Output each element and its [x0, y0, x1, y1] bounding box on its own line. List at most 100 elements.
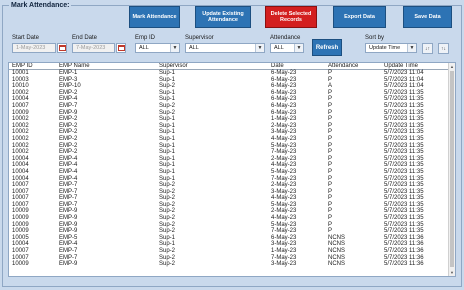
- table-row[interactable]: 10007 EMP-7 Sup-2 1-May-23 NCNS 5/7/2023 11:3…: [9, 248, 455, 255]
- sort-descending-button[interactable]: ↑↓: [438, 43, 449, 54]
- table-cell: P: [328, 195, 333, 202]
- table-row[interactable]: 10007 EMP-7 Sup-2 6-May-23 P 5/7/2023 11:35: [9, 103, 455, 110]
- table-row[interactable]: 10007 EMP-7 Sup-2 4-May-23 P 5/7/2023 11:35: [9, 195, 455, 202]
- table-cell: P: [328, 168, 333, 175]
- table-row[interactable]: 10007 EMP-7 Sup-2 2-May-23 P 5/7/2023 11:35: [9, 182, 455, 189]
- column-header[interactable]: EMP ID: [9, 63, 59, 69]
- table-cell: 4-May-23: [271, 135, 297, 142]
- table-row[interactable]: 10004 EMP-4 Sup-1 5-May-23 P 5/7/2023 11:35: [9, 169, 455, 176]
- table-row[interactable]: 10009 EMP-9 Sup-2 5-May-23 P 5/7/2023 11:35: [9, 222, 455, 229]
- table-cell: P: [328, 182, 333, 189]
- scrollbar-thumb[interactable]: [450, 71, 454, 267]
- chevron-down-icon[interactable]: ▼: [294, 44, 303, 52]
- table-cell: Sup-1: [159, 234, 176, 241]
- table-cell: Sup-2: [159, 195, 176, 202]
- table-cell: 4-May-23: [271, 195, 297, 202]
- table-row[interactable]: 10002 EMP-2 Sup-1 1-May-23 P 5/7/2023 11:35: [9, 116, 455, 123]
- table-cell: 6-May-23: [271, 89, 297, 96]
- column-header[interactable]: EMP Name: [59, 63, 159, 69]
- table-row[interactable]: 10007 EMP-7 Sup-2 5-May-23 P 5/7/2023 11:35: [9, 202, 455, 209]
- table-cell: P: [328, 89, 333, 96]
- start-date-calendar-button[interactable]: [57, 43, 67, 53]
- mark-attendance-button[interactable]: Mark Attendance: [129, 6, 180, 28]
- attendance-table[interactable]: EMP ID EMP Name Supervisor Date Attendan…: [8, 62, 456, 277]
- update-attendance-button[interactable]: Update Existing Attendance: [195, 6, 251, 28]
- table-row[interactable]: 10009 EMP-9 Sup-2 6-May-23 P 5/7/2023 11:35: [9, 110, 455, 117]
- save-data-button[interactable]: Save Data: [403, 6, 452, 28]
- table-row[interactable]: 10004 EMP-4 Sup-1 6-May-23 P 5/7/2023 11:35: [9, 96, 455, 103]
- table-row[interactable]: 10004 EMP-4 Sup-1 7-May-23 P 5/7/2023 11:35: [9, 176, 455, 183]
- table-cell: 10004: [12, 168, 29, 175]
- table-row[interactable]: 10002 EMP-2 Sup-1 5-May-23 P 5/7/2023 11:35: [9, 143, 455, 150]
- table-cell: 10007: [12, 254, 29, 261]
- table-cell: 10002: [12, 116, 29, 123]
- refresh-button[interactable]: Refresh: [312, 39, 342, 56]
- table-cell: EMP-5: [59, 234, 78, 241]
- table-cell: 6-May-23: [271, 96, 297, 103]
- scroll-up-icon[interactable]: ▲: [449, 63, 455, 70]
- table-cell: 10002: [12, 135, 29, 142]
- table-cell: Sup-1: [159, 122, 176, 129]
- table-cell: A: [328, 83, 333, 90]
- table-cell: 5/7/2023 11:35: [384, 155, 424, 162]
- chevron-down-icon[interactable]: ▼: [407, 44, 416, 52]
- table-row[interactable]: 10003 EMP-3 Sup-1 6-May-23 P 5/7/2023 11:04: [9, 77, 455, 84]
- table-row[interactable]: 10002 EMP-2 Sup-1 7-May-23 P 5/7/2023 11:35: [9, 149, 455, 156]
- column-header[interactable]: Date: [271, 63, 328, 69]
- column-header[interactable]: Supervisor: [159, 63, 271, 69]
- table-row[interactable]: 10002 EMP-2 Sup-1 3-May-23 P 5/7/2023 11:35: [9, 129, 455, 136]
- table-cell: 6-May-23: [271, 76, 297, 83]
- table-row[interactable]: 10001 EMP-1 Sup-1 6-May-23 P 5/7/2023 11:04: [9, 70, 455, 77]
- table-cell: P: [328, 102, 333, 109]
- table-cell: Sup-1: [159, 162, 176, 169]
- sort-ascending-button[interactable]: ↓↑: [422, 43, 433, 54]
- end-date-calendar-button[interactable]: [116, 43, 126, 53]
- table-row[interactable]: 10002 EMP-2 Sup-1 2-May-23 P 5/7/2023 11:35: [9, 123, 455, 130]
- table-row[interactable]: 10009 EMP-9 Sup-2 4-May-23 P 5/7/2023 11:35: [9, 215, 455, 222]
- table-row[interactable]: 10009 EMP-9 Sup-2 2-May-23 P 5/7/2023 11:35: [9, 208, 455, 215]
- table-cell: EMP-2: [59, 149, 78, 156]
- table-cell: 5/7/2023 11:04: [384, 76, 424, 83]
- export-data-button[interactable]: Export Data: [333, 6, 386, 28]
- table-cell: 5/7/2023 11:35: [384, 135, 424, 142]
- scroll-down-icon[interactable]: ▼: [449, 269, 455, 276]
- table-row[interactable]: 10005 EMP-5 Sup-1 6-May-23 NCNS 5/7/2023 11:3…: [9, 235, 455, 242]
- table-row[interactable]: 10004 EMP-4 Sup-1 2-May-23 P 5/7/2023 11:35: [9, 156, 455, 163]
- start-date-field[interactable]: 1-May-2023: [12, 43, 56, 53]
- supervisor-select[interactable]: ALL ▼: [185, 43, 265, 53]
- table-cell: Sup-2: [159, 248, 176, 255]
- table-row[interactable]: 10009 EMP-9 Sup-2 3-May-23 NCNS 5/7/2023 11:3…: [9, 261, 455, 268]
- table-cell: Sup-1: [159, 168, 176, 175]
- vertical-scrollbar[interactable]: ▲ ▼: [448, 63, 455, 276]
- table-row[interactable]: 10010 EMP-10 Sup-2 6-May-23 A 5/7/2023 11:04: [9, 83, 455, 90]
- table-row[interactable]: 10002 EMP-2 Sup-1 6-May-23 P 5/7/2023 11:35: [9, 90, 455, 97]
- column-header[interactable]: Attendance: [328, 63, 384, 69]
- chevron-down-icon[interactable]: ▼: [170, 44, 179, 52]
- table-row[interactable]: 10004 EMP-4 Sup-1 4-May-23 P 5/7/2023 11:35: [9, 162, 455, 169]
- table-row[interactable]: 10004 EMP-4 Sup-1 3-May-23 NCNS 5/7/2023 11:3…: [9, 241, 455, 248]
- table-row[interactable]: 10007 EMP-7 Sup-2 7-May-23 NCNS 5/7/2023 11:3…: [9, 255, 455, 262]
- table-row[interactable]: 10007 EMP-7 Sup-2 3-May-23 P 5/7/2023 11:35: [9, 189, 455, 196]
- table-cell: Sup-2: [159, 261, 176, 268]
- column-header[interactable]: Update Time: [384, 63, 446, 69]
- table-cell: Sup-1: [159, 135, 176, 142]
- table-cell: 5/7/2023 11:36: [384, 241, 424, 248]
- table-cell: Sup-1: [159, 142, 176, 149]
- table-cell: 5/7/2023 11:36: [384, 248, 424, 255]
- table-cell: 10003: [12, 76, 29, 83]
- chevron-down-icon[interactable]: ▼: [255, 44, 264, 52]
- table-cell: 5/7/2023 11:36: [384, 261, 424, 268]
- emp-id-select[interactable]: ALL ▼: [135, 43, 180, 53]
- sort-by-select[interactable]: Update Time ▼: [365, 43, 417, 53]
- table-cell: 10002: [12, 149, 29, 156]
- table-row[interactable]: 10009 EMP-9 Sup-2 7-May-23 P 5/7/2023 11:35: [9, 228, 455, 235]
- table-cell: EMP-4: [59, 175, 78, 182]
- table-cell: P: [328, 221, 333, 228]
- table-cell: P: [328, 76, 333, 83]
- table-cell: P: [328, 116, 333, 123]
- end-date-field[interactable]: 7-May-2023: [72, 43, 115, 53]
- table-row[interactable]: 10002 EMP-2 Sup-1 4-May-23 P 5/7/2023 11:35: [9, 136, 455, 143]
- table-cell: EMP-2: [59, 129, 78, 136]
- delete-records-button[interactable]: Delete Selected Records: [265, 6, 317, 28]
- attendance-select[interactable]: ALL ▼: [270, 43, 304, 53]
